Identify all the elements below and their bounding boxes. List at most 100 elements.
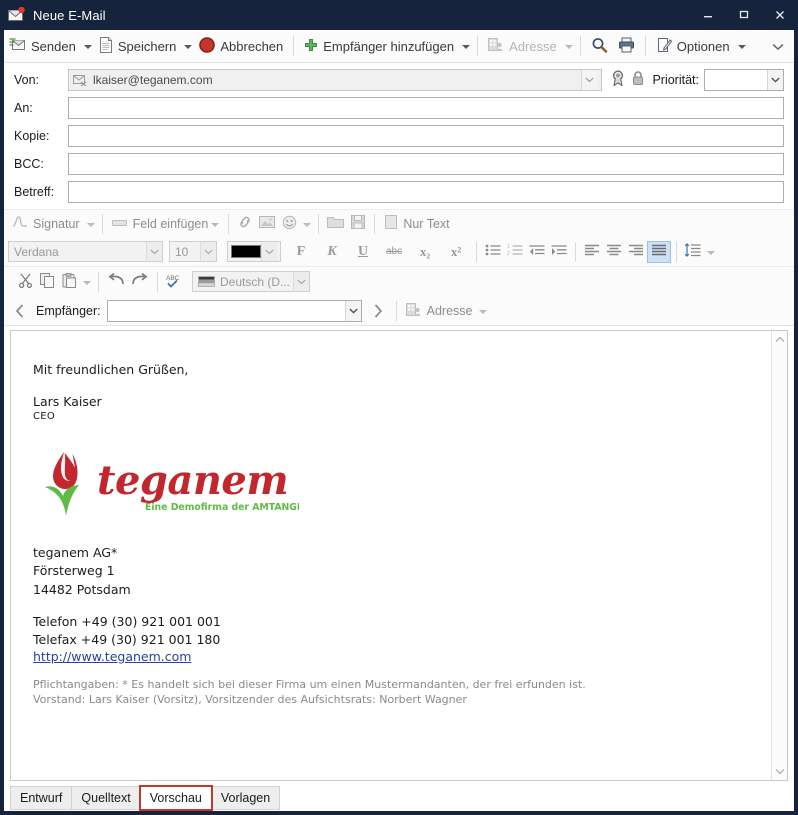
minimize-button[interactable] [690,0,726,30]
subject-input[interactable] [68,181,784,203]
recipient-dropdown-arrow[interactable] [344,300,361,321]
paste-dropdown-caret[interactable] [80,271,93,293]
superscript-button[interactable]: x² [445,241,467,263]
numbered-list-button[interactable]: 1 2 [504,241,526,263]
from-account-icon [73,73,88,87]
body-company: teganem AG* [33,545,118,561]
align-justify-button[interactable] [647,240,672,263]
title-bar: Neue E-Mail [0,0,798,30]
add-recipient-caret[interactable] [459,35,472,57]
tab-quelltext-label: Quelltext [81,791,131,805]
next-recipient-button[interactable] [368,299,388,323]
tab-quelltext[interactable]: Quelltext [71,786,141,810]
body-city: 14482 Potsdam [33,581,131,597]
save-button[interactable]: Speichern [94,33,182,59]
italic-button[interactable]: K [321,241,343,263]
certificate-seal-icon[interactable] [611,69,625,91]
email-preview-pane[interactable]: Mit freundlichen Grüßen, Lars Kaiser CEO [10,330,788,781]
line-spacing-button[interactable] [682,241,704,263]
address-button[interactable]: Adresse [483,33,562,59]
increase-indent-button[interactable] [548,241,570,263]
align-left-button[interactable] [581,241,603,263]
font-size-arrow[interactable] [200,242,216,261]
scroll-up-button[interactable] [772,331,788,348]
format-toolbar-row-3: ABC Deutsch (D... [4,266,794,296]
plain-text-toggle[interactable]: Nur Text [380,213,453,235]
tab-vorschau[interactable]: Vorschau [138,785,213,811]
emoji-dropdown-caret[interactable] [300,213,313,235]
address-button-label: Adresse [509,38,557,54]
from-input[interactable]: lkaiser@teganem.com [68,69,603,91]
plain-text-label: Nur Text [403,216,450,231]
address-dropdown-caret[interactable] [562,35,575,57]
line-spacing-caret[interactable] [704,241,717,263]
tab-vorlagen[interactable]: Vorlagen [210,786,281,810]
underline-button[interactable]: U [352,241,374,263]
redo-button[interactable] [128,271,152,293]
signature-dropdown-caret[interactable] [84,213,97,235]
font-color-arrow[interactable] [261,242,277,261]
options-button[interactable]: Optionen [651,33,735,59]
close-button[interactable] [762,0,798,30]
save-dropdown-caret[interactable] [181,35,194,57]
scroll-down-button[interactable] [772,763,788,780]
lock-icon[interactable] [632,70,644,91]
decrease-indent-button[interactable] [526,241,548,263]
body-website-link[interactable]: http://www.teganem.com [33,649,771,664]
redo-arrow-icon [131,272,149,290]
fmt-separator [476,241,478,262]
insert-link-button[interactable] [234,213,256,235]
spellcheck-button[interactable]: ABC [163,271,186,293]
options-dropdown-caret[interactable] [735,35,748,57]
cancel-button[interactable]: Abbrechen [194,33,288,59]
from-dropdown-arrow[interactable] [581,70,598,90]
align-center-icon [606,244,622,260]
print-button[interactable] [613,33,640,59]
recipient-input[interactable] [106,299,362,322]
line-spacing-icon [684,243,701,260]
vertical-scrollbar[interactable] [771,331,787,780]
font-color-picker[interactable] [227,241,281,262]
undo-button[interactable] [104,271,128,293]
send-dropdown-caret[interactable] [81,35,94,57]
bold-button[interactable]: F [290,241,312,263]
insert-emoji-button[interactable] [278,213,300,235]
align-center-button[interactable] [603,241,625,263]
cc-input[interactable] [68,125,784,147]
insert-field-button[interactable]: Feld einfügen [108,213,224,235]
font-family-select[interactable]: Verdana [8,241,163,262]
subscript-button[interactable]: x₂ [414,241,436,263]
paste-button[interactable] [58,271,80,293]
open-folder-button[interactable] [324,213,347,235]
to-input[interactable] [68,97,784,119]
add-recipient-button[interactable]: Empfänger hinzufügen [299,33,459,59]
save-disk-button[interactable] [347,213,369,235]
cut-button[interactable] [14,271,36,293]
font-size-select[interactable]: 10 [169,241,217,262]
language-arrow[interactable] [293,272,309,291]
previous-recipient-button[interactable] [10,299,30,323]
strikethrough-button[interactable]: abc [383,241,405,263]
bcc-input[interactable] [68,153,784,175]
insert-image-button[interactable] [256,213,278,235]
priority-input[interactable] [704,69,784,91]
align-right-button[interactable] [625,241,647,263]
maximize-button[interactable] [726,0,762,30]
bulleted-list-button[interactable] [482,241,504,263]
copy-button[interactable] [36,271,58,293]
language-select[interactable]: Deutsch (D... [192,271,310,292]
toolbar-overflow-button[interactable] [768,30,788,63]
recipient-address-button[interactable]: Adresse [402,300,477,322]
new-mail-icon [8,6,26,23]
tab-entwurf[interactable]: Entwurf [10,786,73,810]
email-compose-window: Neue E-Mail Senden Speichern Abbrechen E… [0,0,798,815]
send-button[interactable]: Senden [4,33,81,59]
align-right-icon [628,244,644,260]
search-button[interactable] [586,33,613,59]
recipient-address-caret[interactable] [476,300,489,322]
save-button-label: Speichern [117,38,177,54]
font-family-arrow[interactable] [146,242,162,261]
priority-dropdown-arrow[interactable] [767,70,783,90]
insert-field-caret[interactable] [208,213,220,235]
signature-button[interactable]: Signatur [8,213,84,235]
